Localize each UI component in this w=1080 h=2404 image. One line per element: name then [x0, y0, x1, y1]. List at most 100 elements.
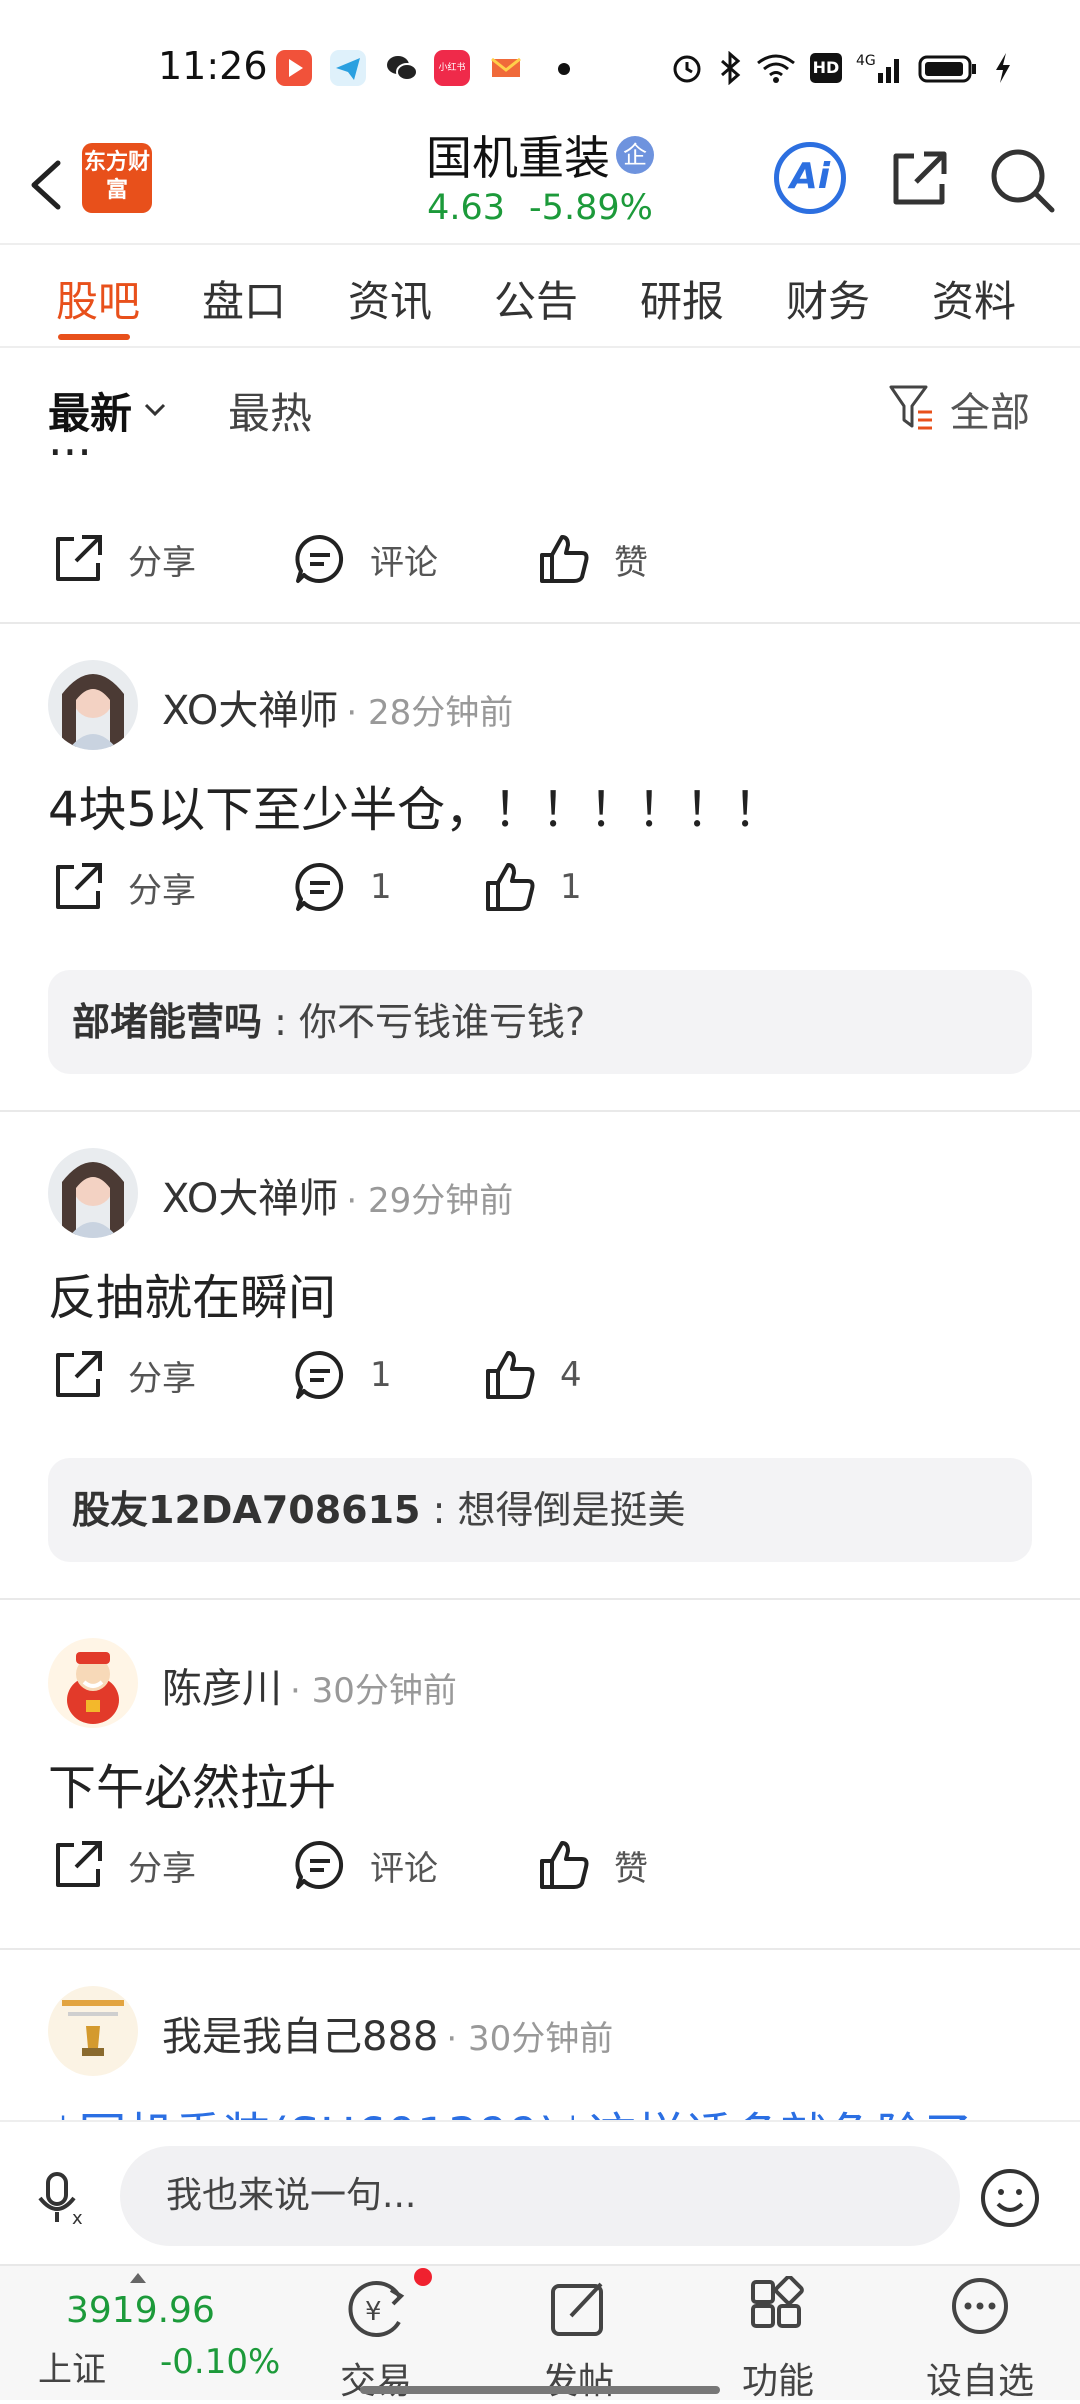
divider — [0, 1110, 1080, 1112]
tab-research[interactable]: 研报 — [640, 268, 724, 329]
post-time: · 29分钟前 — [346, 1181, 514, 1221]
tab-profile[interactable]: 资料 — [932, 268, 1016, 329]
like-label: 赞 — [614, 542, 648, 583]
post-author[interactable]: 我是我自己888 · 30分钟前 — [162, 2004, 613, 2062]
post-item[interactable]: XO大禅师 · 28分钟前 4块5以下至少半仓，！！！！！！ — [0, 660, 1080, 990]
share-label: 分享 — [128, 542, 196, 583]
reply-text: : 想得倒是挺美 — [432, 1488, 686, 1532]
post-content[interactable]: 4块5以下至少半仓，！！！！！！ — [48, 770, 781, 840]
thumbs-up-icon — [540, 1841, 589, 1889]
battery-charging-icon — [918, 55, 976, 83]
nav-add-watchlist[interactable]: 设自选 — [910, 2276, 1050, 2404]
share-icon — [56, 535, 102, 581]
like-action[interactable]: 1 — [482, 852, 582, 922]
chevron-down-icon[interactable] — [140, 395, 170, 425]
reply-preview[interactable]: 部堵能营吗 : 你不亏钱谁亏钱? — [48, 970, 1032, 1074]
post-item[interactable]: 陈彦川 · 30分钟前 下午必然拉升 — [0, 1638, 1080, 1858]
comment-action[interactable]: 1 — [292, 852, 392, 922]
share-icon — [56, 863, 102, 909]
search-button[interactable] — [988, 146, 1056, 214]
share-action[interactable]: 分享 — [50, 1830, 196, 1900]
reply-preview[interactable]: 股友12DA708615 : 想得倒是挺美 — [48, 1458, 1032, 1562]
video-app-icon — [276, 50, 312, 86]
stock-name: 国机重装 — [426, 131, 610, 185]
nav-trade[interactable]: ¥ 交易 — [306, 2276, 446, 2404]
net-type-text: 4G — [856, 53, 876, 69]
charging-bolt-icon — [996, 53, 1010, 83]
like-action[interactable]: 4 — [482, 1340, 582, 1410]
share-button[interactable] — [886, 146, 952, 212]
divider — [0, 243, 1080, 245]
filter-all[interactable]: 全部 — [950, 380, 1030, 438]
tab-bar: 股吧 盘口 资讯 公告 研报 财务 资料 — [0, 258, 1080, 348]
smiley-icon — [981, 2169, 1039, 2227]
thumbs-up-icon — [486, 1351, 535, 1399]
thumbs-up-icon — [486, 863, 535, 911]
share-action[interactable]: 分享 — [50, 852, 196, 922]
grid-icon — [751, 2276, 804, 2328]
ai-label: Ai — [789, 156, 831, 197]
nav-functions[interactable]: 功能 — [708, 2276, 848, 2404]
post-author[interactable]: XO大禅师 · 29分钟前 — [162, 1166, 513, 1224]
filter-icon[interactable] — [888, 382, 934, 432]
post-content[interactable]: 下午必然拉升 — [48, 1748, 336, 1818]
avatar[interactable] — [48, 660, 138, 750]
post-actions: 分享 评论 赞 — [0, 1830, 1080, 1900]
nav-functions-label: 功能 — [741, 2361, 814, 2402]
like-action[interactable]: 赞 — [536, 524, 648, 594]
tab-guba[interactable]: 股吧 — [56, 268, 140, 329]
caret-up-icon — [128, 2270, 148, 2284]
share-action[interactable]: 分享 — [50, 524, 196, 594]
comment-action[interactable]: 1 — [292, 1340, 392, 1410]
nav-post[interactable]: 发帖 — [508, 2276, 648, 2404]
post-item[interactable]: XO大禅师 · 29分钟前 反抽就在瞬间 — [0, 1148, 1080, 1478]
post-content[interactable]: $国机重装(SH601399)$这样诱多就危险了 — [48, 2096, 972, 2120]
notification-dot — [414, 2268, 432, 2286]
nav-post-label: 发帖 — [541, 2361, 614, 2402]
tab-finance[interactable]: 财务 — [786, 268, 870, 329]
share-action[interactable]: 分享 — [50, 1340, 196, 1410]
like-label: 赞 — [614, 1848, 648, 1889]
signal-4g-icon: 4G — [856, 53, 899, 83]
index-change[interactable]: -0.10% — [160, 2342, 280, 2382]
avatar[interactable] — [48, 1638, 138, 1728]
reply-author: 股友12DA708615 — [72, 1488, 421, 1532]
index-name[interactable]: 上证 — [38, 2342, 106, 2391]
post-actions: 分享 1 4 — [0, 1340, 1080, 1410]
tab-pankou[interactable]: 盘口 — [202, 268, 286, 329]
comment-icon — [295, 534, 344, 583]
comment-count: 1 — [370, 1355, 392, 1395]
comment-input[interactable]: 我也来说一句... — [120, 2146, 960, 2246]
comment-label: 评论 — [370, 542, 438, 583]
tab-announcements[interactable]: 公告 — [494, 268, 578, 329]
search-icon — [991, 149, 1055, 213]
sort-newest[interactable]: 最新 — [48, 380, 132, 441]
divider — [0, 622, 1080, 624]
post-content[interactable]: 反抽就在瞬间 — [48, 1258, 336, 1328]
compose-icon — [551, 2282, 603, 2336]
index-value[interactable]: 3919.96 — [66, 2290, 215, 2331]
post-actions: 分享 评论 赞 — [0, 524, 1080, 594]
voice-input-button[interactable]: x — [36, 2168, 96, 2229]
active-tab-indicator — [58, 334, 130, 340]
post-feed: ... 分享 评论 赞 XO大禅师· 28分钟前 4块5以下至少半仓，！！！！！… — [0, 440, 1080, 2120]
sort-hottest[interactable]: 最热 — [228, 380, 312, 441]
emoji-button[interactable] — [978, 2166, 1042, 2230]
microphone-icon: x — [38, 2172, 83, 2229]
post-item[interactable]: 我是我自己888· 30分钟前 $国机重装(SH601399)$这样诱多就危险了 — [0, 1986, 1080, 2120]
avatar[interactable] — [48, 1986, 138, 2076]
like-action[interactable]: 赞 — [536, 1830, 648, 1900]
comment-action[interactable]: 评论 — [292, 524, 438, 594]
hd-icon: HD — [810, 53, 842, 83]
avatar[interactable] — [48, 1148, 138, 1238]
status-time: 11:26 — [158, 44, 268, 88]
ai-assistant-button[interactable]: Ai — [774, 142, 846, 214]
thumbs-up-icon — [540, 535, 589, 583]
post-actions: 分享 1 1 — [0, 852, 1080, 922]
comment-action[interactable]: 评论 — [292, 1830, 438, 1900]
post-time: · 30分钟前 — [446, 2019, 614, 2059]
divider — [0, 346, 1080, 348]
tab-news[interactable]: 资讯 — [348, 268, 432, 329]
post-author[interactable]: XO大禅师 · 28分钟前 — [162, 678, 513, 736]
post-author[interactable]: 陈彦川 · 30分钟前 — [162, 1656, 457, 1714]
